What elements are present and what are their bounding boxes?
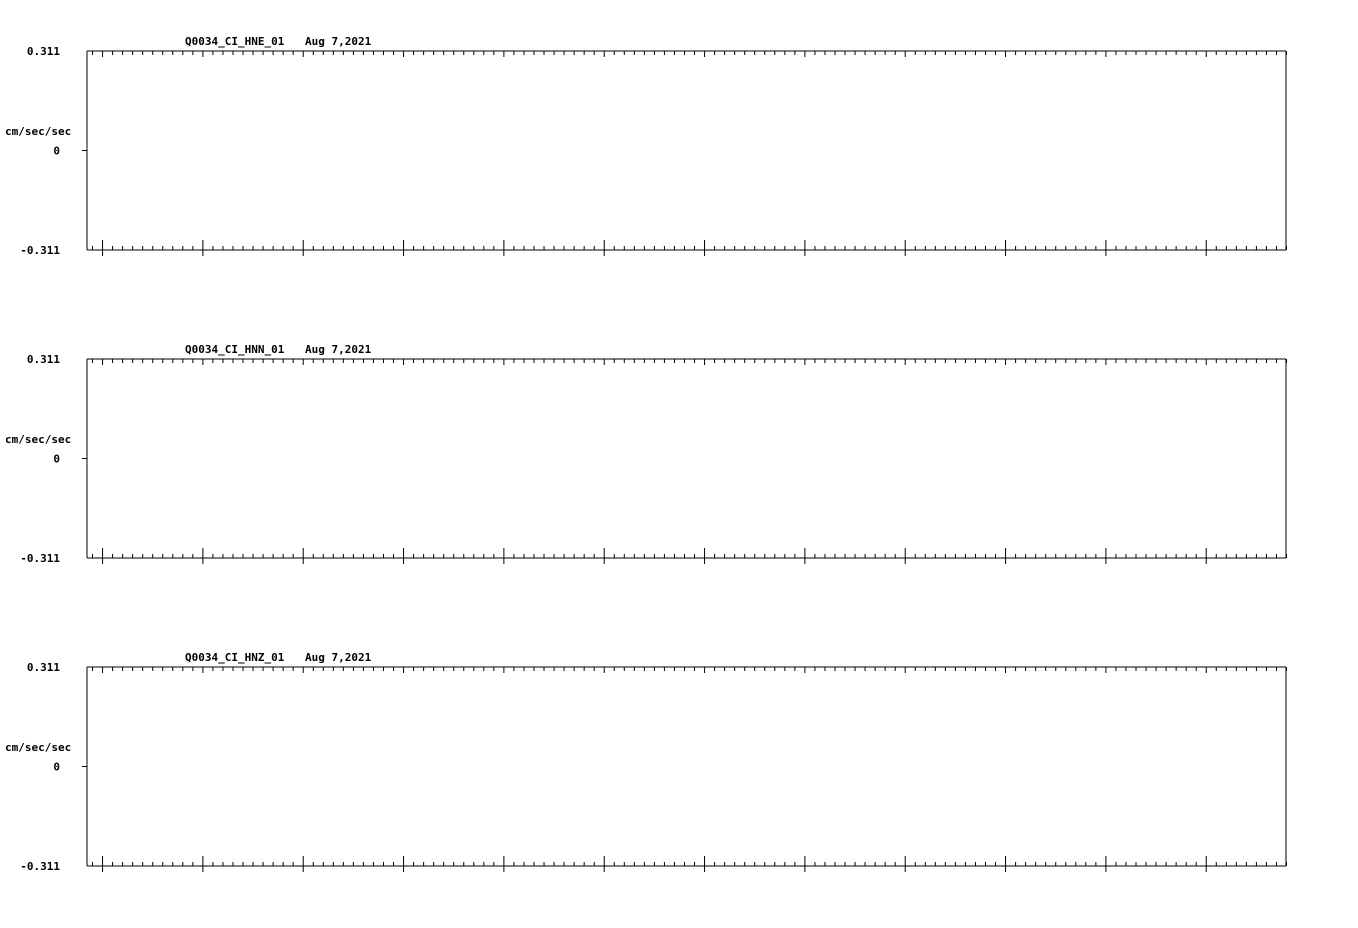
seismogram-figure: Q0034_CI_HNE_01 Aug 7,2021 0.311 0 -0.311 cm/… bbox=[0, 0, 1358, 924]
y-tick-label: 0.311 bbox=[27, 661, 60, 674]
y-tick-label: -0.311 bbox=[20, 244, 60, 257]
y-tick-label: -0.311 bbox=[20, 860, 60, 873]
y-axis-label: cm/sec/sec bbox=[5, 433, 71, 446]
chart-title: Q0034_CI_HNN_01 bbox=[185, 343, 285, 356]
seismogram-svg: Q0034_CI_HNE_01 Aug 7,2021 0.311 0 -0.311 cm/… bbox=[5, 35, 1287, 873]
chart-date: Aug 7,2021 bbox=[305, 343, 372, 356]
y-tick-label: 0.311 bbox=[27, 353, 60, 366]
chart-title: Q0034_CI_HNE_01 bbox=[185, 35, 285, 48]
y-axis-label: cm/sec/sec bbox=[5, 125, 71, 138]
y-tick-label: 0.311 bbox=[27, 45, 60, 58]
y-tick-label: 0 bbox=[53, 145, 60, 158]
chart-date: Aug 7,2021 bbox=[305, 35, 372, 48]
y-tick-label: -0.311 bbox=[20, 552, 60, 565]
y-tick-label: 0 bbox=[53, 453, 60, 466]
y-tick-label: 0 bbox=[53, 761, 60, 774]
chart-date: Aug 7,2021 bbox=[305, 651, 372, 664]
chart-title: Q0034_CI_HNZ_01 bbox=[185, 651, 285, 664]
y-axis-label: cm/sec/sec bbox=[5, 741, 71, 754]
